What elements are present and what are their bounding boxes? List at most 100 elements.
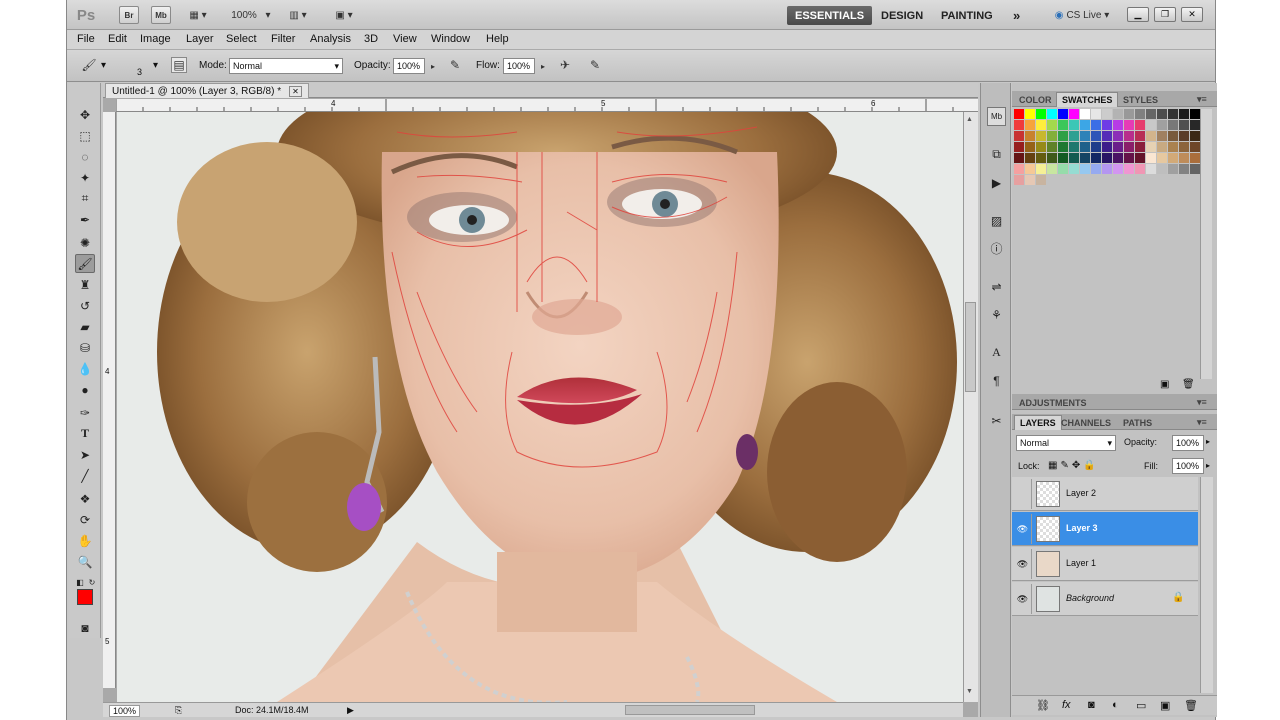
swatch[interactable] <box>1146 109 1156 119</box>
swatch[interactable] <box>1157 120 1167 130</box>
add-mask-icon[interactable]: ◙ <box>1088 699 1095 711</box>
swatch[interactable] <box>1069 131 1079 141</box>
swatch[interactable] <box>1113 109 1123 119</box>
blend-mode-select[interactable]: Normal ▾ <box>1016 435 1116 451</box>
opacity-field[interactable]: 100% <box>393 58 425 74</box>
screen-mode-icon[interactable]: ▣ ▾ <box>329 6 359 24</box>
swatch[interactable] <box>1157 164 1167 174</box>
marquee-tool-icon[interactable]: ⬚ <box>75 126 95 145</box>
swatch[interactable] <box>1047 164 1057 174</box>
workspace-painting[interactable]: PAINTING <box>933 6 1001 25</box>
scroll-up-icon[interactable]: ▲ <box>966 116 973 123</box>
tab-adjustments[interactable]: ADJUSTMENTS <box>1014 395 1092 410</box>
menu-filter[interactable]: Filter <box>271 33 295 45</box>
swatch[interactable] <box>1102 109 1112 119</box>
menu-analysis[interactable]: Analysis <box>310 33 351 45</box>
new-layer-icon[interactable]: ▣ <box>1160 699 1170 712</box>
mini-bridge-button[interactable]: Mb <box>151 6 171 24</box>
navigator-panel-icon[interactable]: ▨ <box>987 211 1006 230</box>
swatch[interactable] <box>1157 153 1167 163</box>
swatch[interactable] <box>1124 131 1134 141</box>
flow-slider-icon[interactable]: ▸ <box>537 58 549 74</box>
swatch[interactable] <box>1179 109 1189 119</box>
new-swatch-icon[interactable]: ▣ <box>1160 379 1169 390</box>
swatch[interactable] <box>1146 131 1156 141</box>
preset-chevron-icon[interactable]: ▾ <box>101 60 106 71</box>
dodge-tool-icon[interactable]: ● <box>75 380 95 399</box>
visibility-toggle[interactable] <box>1014 479 1032 509</box>
mini-bridge-panel-icon[interactable]: Mb <box>987 107 1006 126</box>
flow-field[interactable]: 100% <box>503 58 535 74</box>
swatch[interactable] <box>1179 120 1189 130</box>
pen-tool-icon[interactable]: ✑ <box>75 403 95 422</box>
delete-swatch-icon[interactable]: 🗑 <box>1182 379 1195 390</box>
swatch[interactable] <box>1080 120 1090 130</box>
swatch[interactable] <box>1025 175 1035 185</box>
swatch[interactable] <box>1190 164 1200 174</box>
swatch[interactable] <box>1047 131 1057 141</box>
brush-size[interactable]: 3 <box>137 67 142 77</box>
swatch[interactable] <box>1179 164 1189 174</box>
character-panel-icon[interactable]: A <box>987 343 1006 362</box>
swatch[interactable] <box>1135 153 1145 163</box>
layer-opacity-slider-icon[interactable]: ▸ <box>1206 437 1210 446</box>
swatch[interactable] <box>1014 109 1024 119</box>
delete-layer-icon[interactable]: 🗑 <box>1184 699 1198 712</box>
swatch[interactable] <box>1124 142 1134 152</box>
tool-presets-panel-icon[interactable]: ✂ <box>987 411 1006 430</box>
extras-icon[interactable]: ▦ ▾ <box>183 6 213 24</box>
tab-layers[interactable]: LAYERS <box>1014 415 1062 430</box>
swatch[interactable] <box>1080 109 1090 119</box>
brush-presets-panel-icon[interactable]: ⇌ <box>987 277 1006 296</box>
lasso-tool-icon[interactable]: ◌ <box>75 147 95 166</box>
swatch[interactable] <box>1036 109 1046 119</box>
fill-slider-icon[interactable]: ▸ <box>1206 461 1210 470</box>
swatch[interactable] <box>1080 131 1090 141</box>
visibility-eye-icon[interactable]: 👁 <box>1014 549 1032 579</box>
swatch[interactable] <box>1168 131 1178 141</box>
swatch[interactable] <box>1025 120 1035 130</box>
swatch[interactable] <box>1168 109 1178 119</box>
swatch[interactable] <box>1146 142 1156 152</box>
swatch[interactable] <box>1135 131 1145 141</box>
swatch[interactable] <box>1025 109 1035 119</box>
close-tab-icon[interactable]: ✕ <box>289 85 302 97</box>
swatch[interactable] <box>1091 131 1101 141</box>
swatch[interactable] <box>1157 131 1167 141</box>
clone-stamp-tool-icon[interactable]: ♜ <box>75 275 95 294</box>
swatch[interactable] <box>1146 120 1156 130</box>
tab-paths[interactable]: PATHS <box>1118 415 1157 430</box>
swatch[interactable] <box>1047 109 1057 119</box>
crop-tool-icon[interactable]: ⌗ <box>75 189 95 208</box>
swatch[interactable] <box>1168 164 1178 174</box>
paragraph-panel-icon[interactable]: ¶ <box>987 371 1006 390</box>
layer-row-layer-2[interactable]: Layer 2 <box>1012 477 1198 511</box>
swatch[interactable] <box>1036 164 1046 174</box>
layer-style-icon[interactable]: fx <box>1062 699 1071 711</box>
swatch[interactable] <box>1014 175 1024 185</box>
swatch[interactable] <box>1080 164 1090 174</box>
menu-edit[interactable]: Edit <box>108 33 127 45</box>
swatch[interactable] <box>1113 142 1123 152</box>
swatch[interactable] <box>1113 164 1123 174</box>
airbrush-icon[interactable]: ✈ <box>557 57 573 73</box>
brush-size-chevron-icon[interactable]: ▾ <box>153 60 158 71</box>
layers-scrollbar[interactable] <box>1200 477 1213 693</box>
3d-orbit-tool-icon[interactable]: ⟳ <box>75 510 95 529</box>
swatch[interactable] <box>1157 109 1167 119</box>
tablet-pressure-size-icon[interactable]: ✎ <box>587 57 603 73</box>
path-selection-tool-icon[interactable]: ➤ <box>75 445 95 464</box>
layer-row-background[interactable]: 👁 Background 🔒 <box>1012 582 1198 616</box>
swatch[interactable] <box>1047 142 1057 152</box>
zoom-level[interactable]: 100% <box>227 6 261 24</box>
swatch[interactable] <box>1124 109 1134 119</box>
swatch[interactable] <box>1036 120 1046 130</box>
swatch[interactable] <box>1190 109 1200 119</box>
swatch[interactable] <box>1091 142 1101 152</box>
swatch[interactable] <box>1058 109 1068 119</box>
scroll-down-icon[interactable]: ▼ <box>966 688 973 695</box>
swatch[interactable] <box>1135 164 1145 174</box>
more-workspaces-icon[interactable]: » <box>1005 6 1028 25</box>
swatch[interactable] <box>1146 153 1156 163</box>
swatch[interactable] <box>1113 120 1123 130</box>
